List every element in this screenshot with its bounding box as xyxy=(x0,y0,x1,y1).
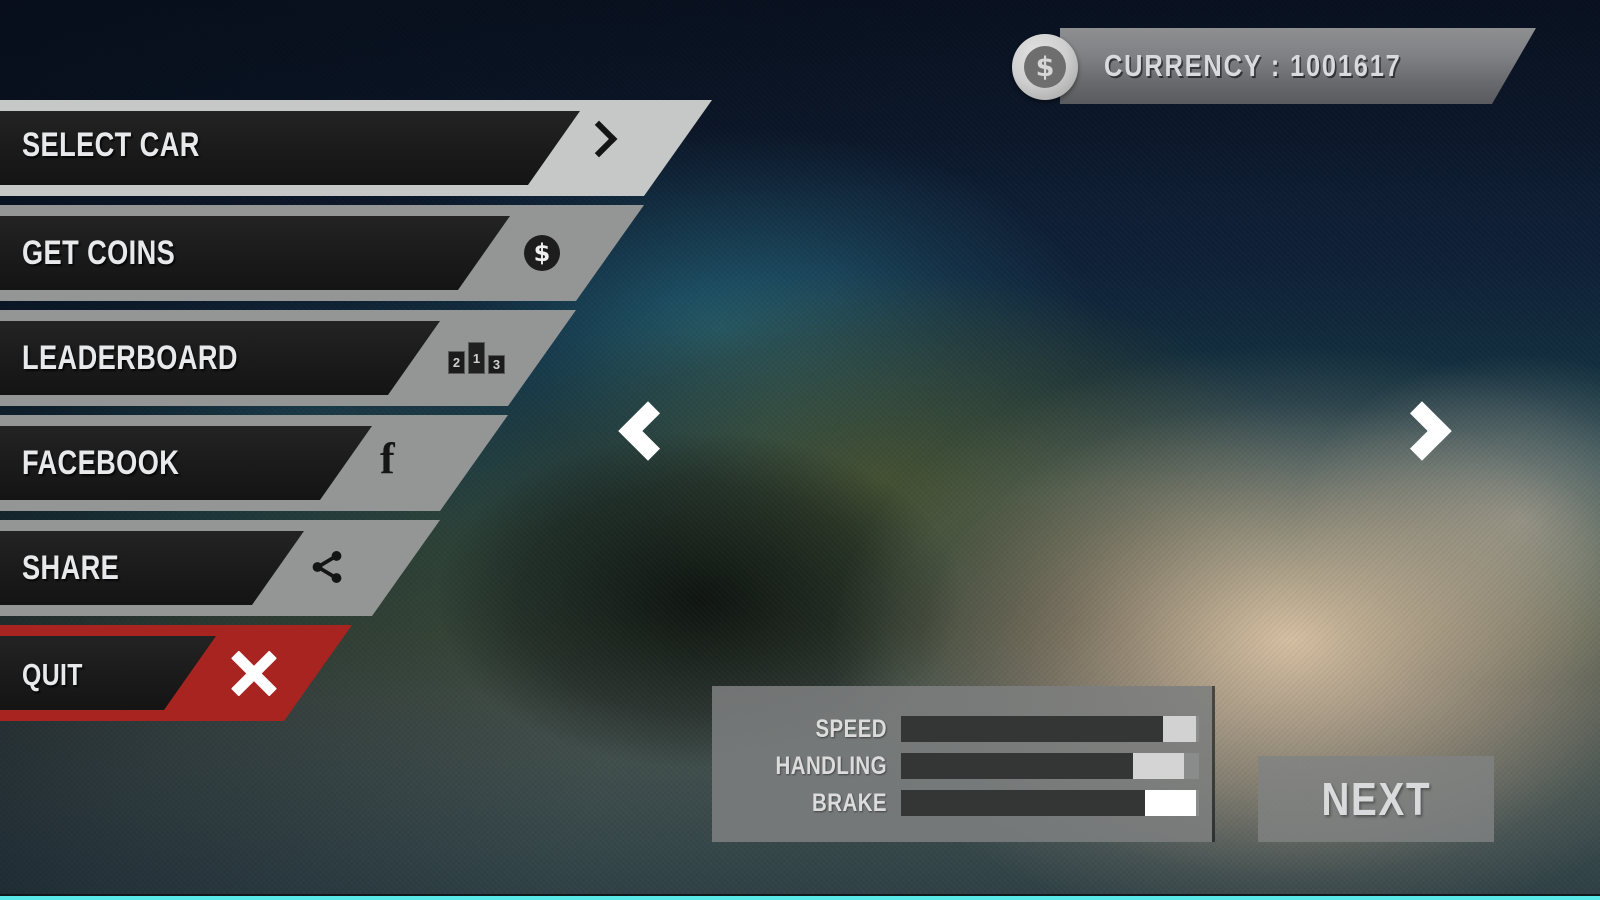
menu-item-label: FACEBOOK xyxy=(22,444,180,482)
menu-item-label: GET COINS xyxy=(22,234,176,272)
chevron-right-icon xyxy=(592,126,618,170)
menu-item-label: SELECT CAR xyxy=(22,126,200,164)
stat-label: BRAKE xyxy=(812,788,887,817)
currency-hud: $ CURRENCY : 1001617 xyxy=(1012,28,1536,104)
bottom-accent-strip xyxy=(0,894,1600,900)
menu-item-leaderboard[interactable]: LEADERBOARD 2 1 3 xyxy=(0,310,576,406)
stat-label: HANDLING xyxy=(775,751,887,780)
menu-item-label: QUIT xyxy=(22,657,83,692)
stat-row-speed: SPEED xyxy=(712,714,1212,744)
menu-item-select-car[interactable]: SELECT CAR xyxy=(0,100,712,196)
carousel-next-button[interactable] xyxy=(1392,390,1458,490)
stat-bar-marker xyxy=(1145,790,1197,816)
menu-item-label: LEADERBOARD xyxy=(22,339,238,377)
close-x-icon xyxy=(228,647,280,699)
coin-dollar-icon: $ xyxy=(1012,34,1078,100)
menu-item-label: SHARE xyxy=(22,549,120,587)
stat-bar-speed xyxy=(901,716,1199,742)
stat-bar-brake xyxy=(901,790,1199,816)
coin-dollar-icon: $ xyxy=(524,235,560,271)
menu-item-quit[interactable]: QUIT xyxy=(0,625,352,721)
podium-place-3: 3 xyxy=(488,355,505,374)
podium-icon: 2 1 3 xyxy=(448,342,505,374)
share-icon xyxy=(308,548,346,586)
stat-row-handling: HANDLING xyxy=(712,751,1212,781)
stat-bar-marker xyxy=(1133,753,1185,779)
podium-place-2: 2 xyxy=(448,351,465,374)
next-button-label: NEXT xyxy=(1321,773,1431,825)
coin-dollar-glyph: $ xyxy=(1024,46,1066,88)
carousel-prev-button[interactable] xyxy=(612,390,678,490)
stat-label: SPEED xyxy=(815,714,887,743)
currency-label: CURRENCY : 1001617 xyxy=(1104,48,1402,83)
podium-place-1: 1 xyxy=(468,342,485,374)
next-button[interactable]: NEXT xyxy=(1258,756,1494,842)
menu-item-facebook[interactable]: FACEBOOK f xyxy=(0,415,508,511)
stat-bar-marker xyxy=(1163,716,1196,742)
facebook-icon: f xyxy=(380,434,395,483)
stat-row-brake: BRAKE xyxy=(712,788,1212,818)
menu-item-get-coins[interactable]: GET COINS $ xyxy=(0,205,644,301)
stat-bar-handling xyxy=(901,753,1199,779)
main-menu: SELECT CAR GET COINS $ LEADERBOARD 2 1 3… xyxy=(0,0,760,760)
stat-bar-fill xyxy=(901,790,1146,816)
stat-bar-fill xyxy=(901,753,1134,779)
car-stats-panel: SPEED HANDLING BRAKE xyxy=(712,686,1212,842)
stat-bar-fill xyxy=(901,716,1164,742)
menu-item-share[interactable]: SHARE xyxy=(0,520,440,616)
